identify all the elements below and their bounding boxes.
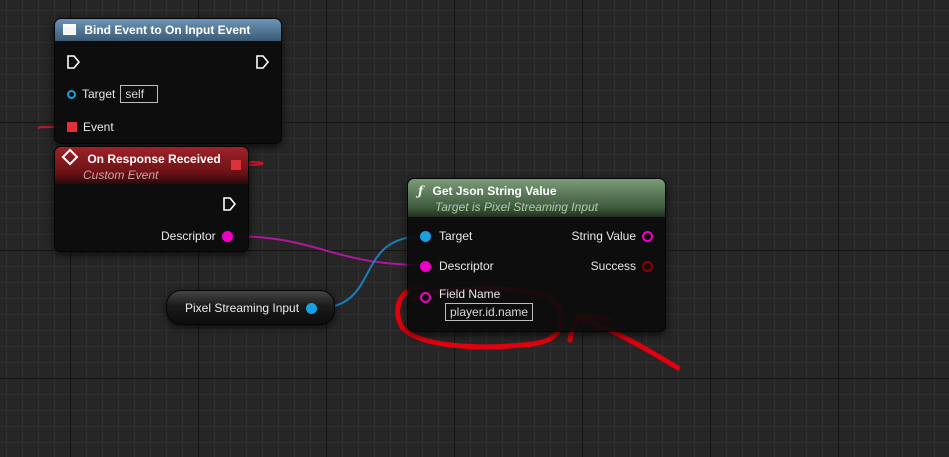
target-label: Target	[82, 87, 116, 101]
get-json-descriptor-row: Descriptor	[420, 257, 494, 275]
target-label: Target	[439, 229, 473, 243]
get-json-node-header[interactable]: ƒ Get Json String Value Target is Pixel …	[408, 179, 665, 217]
exec-out-pin[interactable]	[221, 196, 237, 212]
descriptor-out-row: Descriptor	[161, 227, 233, 245]
bind-event-node[interactable]: Bind Event to On Input Event Target self…	[54, 18, 282, 144]
success-out-pin[interactable]	[642, 260, 653, 272]
event-pin[interactable]	[67, 122, 77, 132]
event-label: Event	[83, 120, 114, 134]
get-json-subtitle: Target is Pixel Streaming Input	[435, 200, 598, 214]
custom-event-node-header[interactable]: On Response Received Custom Event	[55, 147, 248, 184]
target-pin[interactable]	[67, 89, 76, 99]
custom-event-title: On Response Received	[87, 152, 221, 166]
exec-out-row	[254, 53, 270, 71]
window-icon	[63, 24, 76, 35]
bind-event-title: Bind Event to On Input Event	[84, 23, 251, 37]
success-label: Success	[590, 259, 636, 273]
descriptor-label: Descriptor	[161, 229, 216, 243]
target-row: Target self	[67, 85, 159, 103]
get-json-string-value-node[interactable]: ƒ Get Json String Value Target is Pixel …	[407, 178, 666, 332]
descriptor-out-pin[interactable]	[221, 230, 233, 242]
target-in-pin[interactable]	[420, 230, 431, 242]
function-icon: ƒ	[418, 184, 424, 198]
exec-in-row	[65, 53, 81, 71]
field-name-label: Field Name	[439, 287, 501, 301]
get-json-target-row: Target	[420, 227, 472, 245]
event-diamond-icon	[61, 148, 79, 166]
event-row: Event	[67, 118, 114, 136]
custom-event-exec-out-row	[221, 195, 237, 213]
string-value-label: String Value	[571, 229, 636, 243]
custom-event-node[interactable]: On Response Received Custom Event Descri…	[54, 146, 249, 252]
string-value-row: String Value	[572, 227, 653, 245]
exec-in-pin[interactable]	[65, 54, 81, 70]
target-value-field[interactable]: self	[120, 85, 159, 103]
exec-out-pin[interactable]	[254, 54, 270, 70]
string-value-out-pin[interactable]	[642, 230, 653, 242]
field-name-value-field[interactable]: player.id.name	[445, 303, 534, 321]
pixel-streaming-input-node[interactable]: Pixel Streaming Input	[166, 290, 335, 325]
descriptor-label: Descriptor	[439, 259, 494, 273]
delegate-out-pin[interactable]	[231, 160, 241, 170]
get-json-title: Get Json String Value	[432, 184, 557, 198]
field-name-in-pin[interactable]	[420, 292, 431, 303]
custom-event-subtitle: Custom Event	[83, 168, 159, 182]
descriptor-in-pin[interactable]	[420, 260, 431, 272]
pixel-streaming-input-out-pin[interactable]	[306, 303, 317, 314]
pixel-streaming-input-label: Pixel Streaming Input	[185, 301, 300, 315]
success-row: Success	[591, 257, 653, 275]
bind-event-node-header[interactable]: Bind Event to On Input Event	[55, 19, 281, 41]
